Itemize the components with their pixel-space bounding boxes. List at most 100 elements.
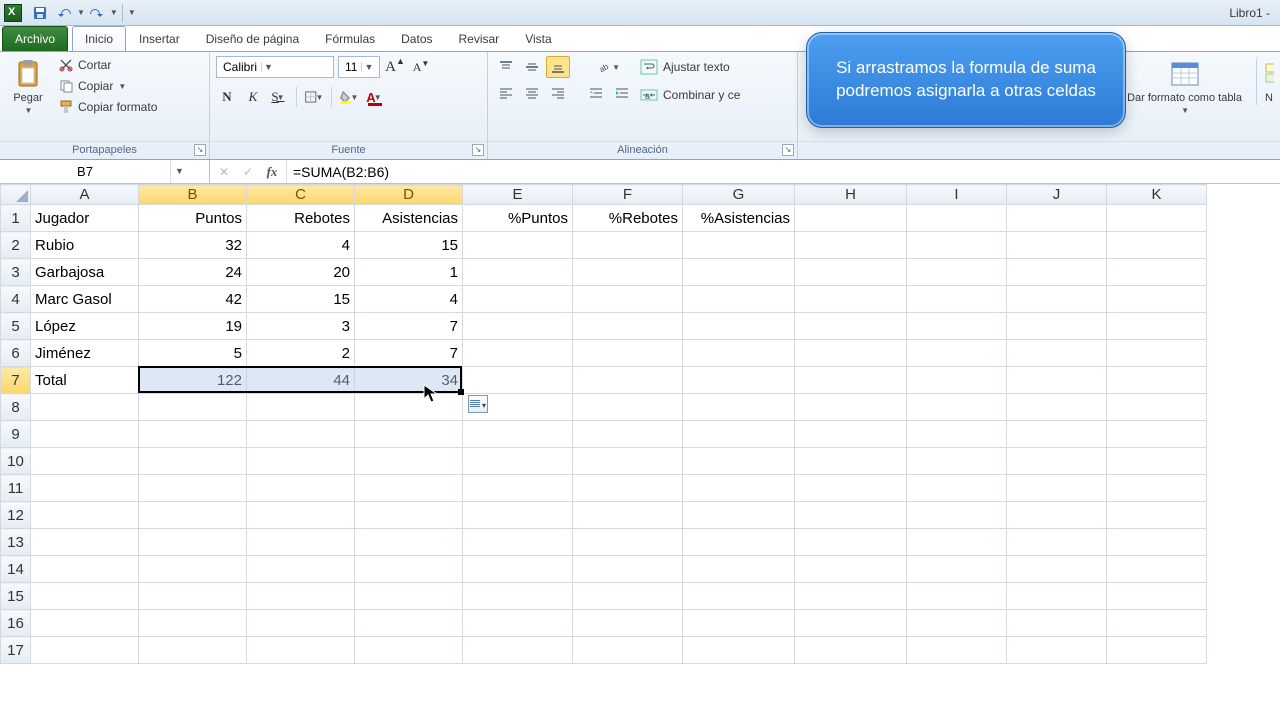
row-header-2[interactable]: 2 xyxy=(1,232,31,259)
cell-D6[interactable]: 7 xyxy=(355,340,463,367)
cell-D14[interactable] xyxy=(355,556,463,583)
cell-H9[interactable] xyxy=(795,421,907,448)
col-header-G[interactable]: G xyxy=(683,185,795,205)
select-all-corner[interactable] xyxy=(1,185,31,205)
cell-A7[interactable]: Total xyxy=(31,367,139,394)
col-header-B[interactable]: B xyxy=(139,185,247,205)
cell-B17[interactable] xyxy=(139,637,247,664)
align-right-button[interactable] xyxy=(546,82,570,104)
align-bottom-button[interactable] xyxy=(546,56,570,78)
font-size-combo[interactable]: 11▼ xyxy=(338,56,380,78)
col-header-I[interactable]: I xyxy=(907,185,1007,205)
row-header-4[interactable]: 4 xyxy=(1,286,31,313)
cell-A9[interactable] xyxy=(31,421,139,448)
cell-H13[interactable] xyxy=(795,529,907,556)
cell-A1[interactable]: Jugador xyxy=(31,205,139,232)
cell-F7[interactable] xyxy=(573,367,683,394)
cell-D11[interactable] xyxy=(355,475,463,502)
cell-B2[interactable]: 32 xyxy=(139,232,247,259)
cell-A13[interactable] xyxy=(31,529,139,556)
cell-D17[interactable] xyxy=(355,637,463,664)
cell-A5[interactable]: López xyxy=(31,313,139,340)
tab-dise-o-de-p-gina[interactable]: Diseño de página xyxy=(193,26,312,51)
cell-F13[interactable] xyxy=(573,529,683,556)
cell-E16[interactable] xyxy=(463,610,573,637)
cell-E4[interactable] xyxy=(463,286,573,313)
decrease-font-button[interactable]: A▼ xyxy=(410,56,432,78)
cell-I6[interactable] xyxy=(907,340,1007,367)
cell-D16[interactable] xyxy=(355,610,463,637)
font-name-combo[interactable]: Calibri▼ xyxy=(216,56,334,78)
cancel-formula-icon[interactable]: ✕ xyxy=(214,162,234,182)
cell-K2[interactable] xyxy=(1107,232,1207,259)
qat-customize[interactable]: ▼ xyxy=(128,8,136,17)
cell-C15[interactable] xyxy=(247,583,355,610)
cell-A4[interactable]: Marc Gasol xyxy=(31,286,139,313)
cell-B14[interactable] xyxy=(139,556,247,583)
cell-B16[interactable] xyxy=(139,610,247,637)
cell-F1[interactable]: %Rebotes xyxy=(573,205,683,232)
cell-K16[interactable] xyxy=(1107,610,1207,637)
cell-D9[interactable] xyxy=(355,421,463,448)
font-color-button[interactable]: A▼ xyxy=(364,86,386,108)
increase-font-button[interactable]: A▲ xyxy=(384,56,406,78)
cell-K10[interactable] xyxy=(1107,448,1207,475)
cell-D15[interactable] xyxy=(355,583,463,610)
cell-G5[interactable] xyxy=(683,313,795,340)
cell-J9[interactable] xyxy=(1007,421,1107,448)
cell-J1[interactable] xyxy=(1007,205,1107,232)
cell-F2[interactable] xyxy=(573,232,683,259)
cell-B9[interactable] xyxy=(139,421,247,448)
cell-I10[interactable] xyxy=(907,448,1007,475)
cell-D7[interactable]: 34 xyxy=(355,367,463,394)
row-header-3[interactable]: 3 xyxy=(1,259,31,286)
cell-I1[interactable] xyxy=(907,205,1007,232)
cell-I5[interactable] xyxy=(907,313,1007,340)
cell-I16[interactable] xyxy=(907,610,1007,637)
cell-G16[interactable] xyxy=(683,610,795,637)
row-header-13[interactable]: 13 xyxy=(1,529,31,556)
autofill-options-button[interactable] xyxy=(468,395,488,413)
bold-button[interactable]: N xyxy=(216,86,238,108)
cell-K15[interactable] xyxy=(1107,583,1207,610)
qat-save[interactable] xyxy=(29,2,51,24)
enter-formula-icon[interactable]: ✓ xyxy=(238,162,258,182)
cell-G9[interactable] xyxy=(683,421,795,448)
cell-B11[interactable] xyxy=(139,475,247,502)
cell-G11[interactable] xyxy=(683,475,795,502)
cell-A14[interactable] xyxy=(31,556,139,583)
cell-C7[interactable]: 44 xyxy=(247,367,355,394)
row-header-10[interactable]: 10 xyxy=(1,448,31,475)
cut-button[interactable]: Cortar xyxy=(54,56,161,74)
cell-G6[interactable] xyxy=(683,340,795,367)
cell-K1[interactable] xyxy=(1107,205,1207,232)
cell-B10[interactable] xyxy=(139,448,247,475)
font-launcher[interactable]: ↘ xyxy=(472,144,484,156)
cell-K5[interactable] xyxy=(1107,313,1207,340)
cell-H15[interactable] xyxy=(795,583,907,610)
undo-dropdown[interactable]: ▼ xyxy=(77,8,85,17)
cell-C17[interactable] xyxy=(247,637,355,664)
cell-D4[interactable]: 4 xyxy=(355,286,463,313)
cell-H5[interactable] xyxy=(795,313,907,340)
cell-F17[interactable] xyxy=(573,637,683,664)
cell-H7[interactable] xyxy=(795,367,907,394)
cell-C16[interactable] xyxy=(247,610,355,637)
cell-B3[interactable]: 24 xyxy=(139,259,247,286)
row-header-15[interactable]: 15 xyxy=(1,583,31,610)
cell-K11[interactable] xyxy=(1107,475,1207,502)
row-header-5[interactable]: 5 xyxy=(1,313,31,340)
row-header-1[interactable]: 1 xyxy=(1,205,31,232)
row-header-7[interactable]: 7 xyxy=(1,367,31,394)
cell-C9[interactable] xyxy=(247,421,355,448)
cell-C14[interactable] xyxy=(247,556,355,583)
cell-B13[interactable] xyxy=(139,529,247,556)
decrease-indent-button[interactable] xyxy=(584,82,608,104)
cell-H4[interactable] xyxy=(795,286,907,313)
wrap-text-button[interactable]: Ajustar texto xyxy=(636,56,766,78)
cell-I17[interactable] xyxy=(907,637,1007,664)
tab-file[interactable]: Archivo xyxy=(2,26,68,51)
fx-icon[interactable]: fx xyxy=(262,162,282,182)
cell-G3[interactable] xyxy=(683,259,795,286)
clipboard-launcher[interactable]: ↘ xyxy=(194,144,206,156)
